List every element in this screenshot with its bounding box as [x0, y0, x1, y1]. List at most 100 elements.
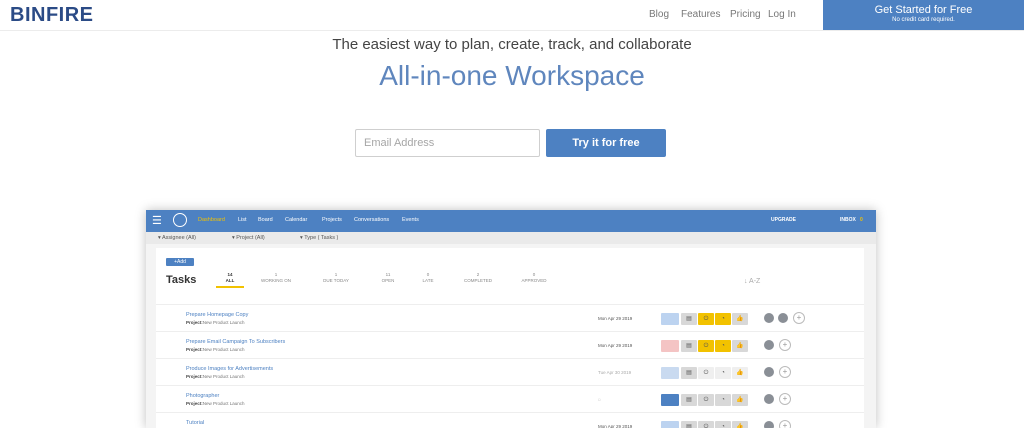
- email-input[interactable]: [355, 129, 540, 157]
- avatar: [763, 420, 775, 428]
- task-timer-icon: ◔: [715, 394, 731, 406]
- tasks-heading: Tasks: [166, 274, 197, 286]
- nav-login[interactable]: Log In: [768, 9, 796, 20]
- task-tab-label: DUE TODAY: [323, 278, 349, 283]
- task-project: Project:New Product Launch: [186, 347, 245, 352]
- add-assignee-icon: +: [779, 339, 791, 351]
- task-title: Prepare Homepage Copy: [186, 312, 249, 318]
- task-due-date: Tue Apr 30 2019: [598, 370, 632, 375]
- task-due-date: Mon Apr 29 2019: [598, 316, 633, 321]
- task-thumbs-up-icon: 👍: [732, 313, 748, 325]
- task-status-button: [661, 340, 679, 352]
- task-tab-late: 0 LATE: [408, 272, 448, 284]
- avatar: [763, 339, 775, 351]
- task-row: Prepare Email Campaign To Subscribers Pro…: [156, 331, 864, 359]
- task-title: Produce Images for Advertisements: [186, 366, 274, 372]
- app-screenshot-mockup: ☰ Dashboard List Board Calendar Projects…: [146, 210, 876, 428]
- get-started-button[interactable]: Get Started for Free No credit card requ…: [823, 0, 1024, 30]
- task-project: Project:New Product Launch: [186, 320, 245, 325]
- avatar: [777, 312, 789, 324]
- filter-assignee: ▾ Assignee (All): [158, 235, 196, 241]
- app-filter-bar: ▾ Assignee (All) ▾ Project (All) ▾ Type …: [146, 232, 876, 244]
- task-thumbs-up-icon: 👍: [732, 394, 748, 406]
- task-status-button: [661, 313, 679, 325]
- task-project: Project:New Product Launch: [186, 374, 245, 379]
- try-free-button[interactable]: Try it for free: [546, 129, 666, 157]
- avatar: [763, 312, 775, 324]
- task-tab-label: ALL: [225, 278, 235, 283]
- task-timer-icon: ◔: [715, 367, 731, 379]
- app-inbox-count: 0: [860, 217, 863, 223]
- add-assignee-icon: +: [793, 312, 805, 324]
- task-due-date: Mon Apr 29 2019: [598, 343, 633, 348]
- task-status-button: [661, 394, 679, 406]
- task-timer-icon: ◔: [715, 340, 731, 352]
- app-add-button: +Add: [166, 258, 194, 266]
- task-timer-icon: ◔: [715, 313, 731, 325]
- get-started-label: Get Started for Free: [874, 4, 973, 16]
- sort-az: ↓ A-Z: [744, 278, 761, 285]
- task-tab-completed: 2 COMPLETED: [458, 272, 498, 284]
- hero-headline: All-in-one Workspace: [379, 60, 645, 91]
- task-timer-icon: ◔: [715, 421, 731, 428]
- app-nav-dashboard: Dashboard: [198, 217, 225, 223]
- task-title: Tutorial: [186, 420, 205, 426]
- task-comment-icon: ▤: [681, 340, 697, 352]
- app-nav-events: Events: [402, 217, 419, 223]
- task-power-icon: ⏻: [698, 367, 714, 379]
- menu-icon: ☰: [152, 215, 162, 227]
- task-row: Produce Images for Advertisements Project…: [156, 358, 864, 386]
- nav-features[interactable]: Features: [681, 9, 720, 20]
- task-tab-open: 11 OPEN: [368, 272, 408, 284]
- task-tab-label: OPEN: [381, 278, 395, 283]
- add-assignee-icon: +: [779, 420, 791, 428]
- app-nav-list: List: [238, 217, 247, 223]
- filter-type: ▾ Type ( Tasks ): [300, 235, 339, 241]
- avatar: [763, 366, 775, 378]
- task-comment-icon: ▤: [681, 313, 697, 325]
- tasks-card: +Add Tasks 14 ALL 1 WORKING ON 1 DUE TODAY 11 O…: [156, 248, 864, 428]
- task-power-icon: ⏻: [698, 313, 714, 325]
- app-nav-calendar: Calendar: [285, 217, 308, 223]
- top-navbar: BINFIRE Blog Features Pricing Log In Get…: [0, 0, 1024, 31]
- clock-icon: [173, 213, 187, 227]
- add-assignee-icon: +: [779, 366, 791, 378]
- task-status-button: [661, 421, 679, 428]
- task-power-icon: ⏻: [698, 421, 714, 428]
- task-tab-working-on: 1 WORKING ON: [256, 272, 296, 284]
- app-inbox-label: INBOX: [840, 217, 856, 223]
- task-row: Photographer Project:New Product Launch ◌ ▤…: [156, 385, 864, 413]
- nav-pricing[interactable]: Pricing: [730, 9, 761, 20]
- task-tab-all: 14 ALL: [210, 272, 250, 288]
- filter-project: ▾ Project (All): [232, 235, 265, 241]
- avatar: [763, 393, 775, 405]
- task-status-button: [661, 367, 679, 379]
- task-thumbs-up-icon: 👍: [732, 340, 748, 352]
- loading-spinner-icon: ◌: [598, 397, 601, 402]
- task-tab-label: COMPLETED: [463, 278, 492, 283]
- app-nav-board: Board: [258, 217, 273, 223]
- task-tab-label: WORKING ON: [261, 278, 291, 283]
- add-assignee-icon: +: [779, 393, 791, 405]
- task-tab-approved: 0 APPROVED: [514, 272, 554, 284]
- app-nav-conversations: Conversations: [354, 217, 390, 223]
- task-title: Prepare Email Campaign To Subscribers: [186, 339, 286, 345]
- task-comment-icon: ▤: [681, 394, 697, 406]
- task-thumbs-up-icon: 👍: [732, 367, 748, 379]
- binfire-logo[interactable]: BINFIRE: [10, 4, 94, 27]
- app-nav-projects: Projects: [322, 217, 342, 223]
- nav-blog[interactable]: Blog: [649, 9, 669, 20]
- task-power-icon: ⏻: [698, 340, 714, 352]
- task-row: Tutorial Mon Apr 29 2019 ▤ ⏻ ◔ 👍 +: [156, 412, 864, 428]
- task-row: Prepare Homepage Copy Project:New Product…: [156, 304, 864, 332]
- hero-tagline: The easiest way to plan, create, track, …: [332, 36, 692, 53]
- get-started-sublabel: No credit card required.: [892, 17, 955, 23]
- task-comment-icon: ▤: [681, 421, 697, 428]
- task-thumbs-up-icon: 👍: [732, 421, 748, 428]
- task-title: Photographer: [186, 393, 220, 399]
- app-upgrade-label: UPGRADE: [771, 217, 797, 223]
- task-comment-icon: ▤: [681, 367, 697, 379]
- app-header-bar: ☰ Dashboard List Board Calendar Projects…: [146, 210, 876, 232]
- task-due-date: Mon Apr 29 2019: [598, 424, 633, 428]
- task-tab-due-today: 1 DUE TODAY: [316, 272, 356, 284]
